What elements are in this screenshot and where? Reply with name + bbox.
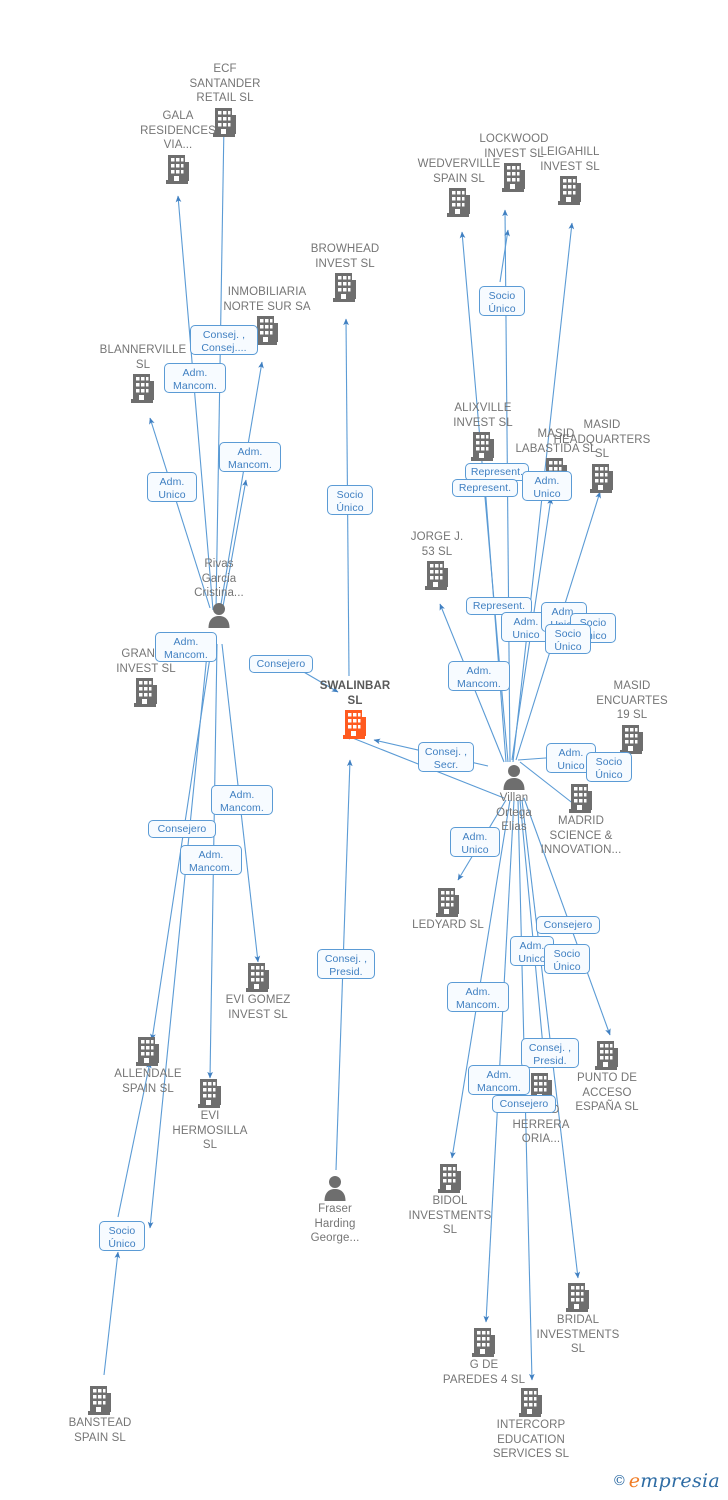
node-jorge-j-53[interactable]: JORGE J. 53 SL	[377, 530, 497, 591]
edge-label-socio-unico[interactable]: Socio Único	[545, 624, 591, 654]
node-gala-residences[interactable]: GALA RESIDENCES VIA...	[118, 109, 238, 185]
edge-label-consej-presid[interactable]: Consej. , Presid.	[521, 1038, 579, 1068]
edge-label-consej-presid[interactable]: Consej. , Presid.	[317, 949, 375, 979]
empresia-watermark: © empresia	[612, 1470, 720, 1492]
edge-label-socio-unico[interactable]: Socio Único	[586, 752, 632, 782]
node-evi-hermosilla[interactable]: EVI HERMOSILLA SL	[150, 1077, 270, 1153]
edge-label-adm-mancom[interactable]: Adm. Mancom.	[468, 1065, 530, 1095]
edge-label-consejero[interactable]: Consejero	[148, 820, 216, 838]
building-icon	[424, 1326, 544, 1358]
node-madrid-science-innovation[interactable]: MADRID SCIENCE & INNOVATION...	[521, 782, 641, 858]
edge-label-adm-mancom[interactable]: Adm. Mancom.	[164, 363, 226, 393]
copyright-icon: ©	[612, 1473, 627, 1489]
edge-label-represent[interactable]: Represent.	[452, 479, 518, 497]
node-label: LEDYARD SL	[412, 919, 484, 931]
building-icon	[150, 1077, 270, 1109]
node-swalinbar-center[interactable]: SWALINBAR SL	[295, 679, 415, 740]
building-icon	[118, 153, 238, 185]
node-label: EVI GOMEZ INVEST SL	[225, 994, 291, 1021]
node-label: ECF SANTANDER RETAIL SL	[189, 63, 261, 105]
building-icon	[377, 559, 497, 591]
node-label: BROWHEAD INVEST SL	[310, 243, 380, 270]
node-g-de-paredes-4[interactable]: G DE PAREDES 4 SL	[424, 1326, 544, 1387]
edge-label-adm-unico[interactable]: Adm. Unico	[522, 471, 572, 501]
node-label: ALIXVILLE INVEST SL	[453, 402, 513, 429]
node-label: MASID ENCUARTES 19 SL	[596, 680, 668, 722]
node-banstead-spain[interactable]: BANSTEAD SPAIN SL	[40, 1384, 160, 1445]
brand-name: mpresia	[640, 1470, 720, 1492]
building-icon	[390, 1162, 510, 1194]
node-intercorp-education-services[interactable]: INTERCORP EDUCATION SERVICES SL	[471, 1386, 591, 1462]
building-icon	[285, 271, 405, 303]
node-label: GALA RESIDENCES VIA...	[140, 110, 216, 152]
edge-label-consej-secr[interactable]: Consej. , Secr.	[418, 742, 474, 772]
building-icon	[86, 676, 206, 708]
node-label: G DE PAREDES 4 SL	[442, 1359, 526, 1386]
building-icon	[471, 1386, 591, 1418]
node-person-fraser-harding-george[interactable]: Fraser Harding George...	[275, 1174, 395, 1246]
org-network-diagram: ECF SANTANDER RETAIL SL GALA RESIDENCES …	[0, 0, 728, 1500]
edge-label-adm-mancom[interactable]: Adm. Mancom.	[155, 632, 217, 662]
edge-label-socio-unico[interactable]: Socio Único	[99, 1221, 145, 1251]
edge-label-adm-mancom[interactable]: Adm. Mancom.	[219, 442, 281, 472]
node-evi-gomez-invest[interactable]: EVI GOMEZ INVEST SL	[198, 961, 318, 1022]
node-person-rivas-garcia-cristina[interactable]: Rivas Garcia Cristina...	[159, 557, 279, 629]
edge-label-adm-mancom[interactable]: Adm. Mancom.	[180, 845, 242, 875]
node-label: SWALINBAR SL	[319, 680, 391, 707]
edge-label-consejero[interactable]: Consejero	[249, 655, 313, 673]
building-icon	[198, 961, 318, 993]
edge-label-adm-unico[interactable]: Adm. Unico	[147, 472, 197, 502]
node-label: Fraser Harding George...	[310, 1203, 360, 1245]
node-leigahill-invest[interactable]: LEIGAHILL INVEST SL	[510, 145, 630, 206]
edge-label-consej-consej[interactable]: Consej. , Consej....	[190, 325, 258, 355]
building-icon-highlighted	[295, 708, 415, 740]
node-bidol-investments[interactable]: BIDOL INVESTMENTS SL	[390, 1162, 510, 1238]
node-ledyard[interactable]: LEDYARD SL	[388, 886, 508, 933]
edge-label-adm-mancom[interactable]: Adm. Mancom.	[447, 982, 509, 1012]
building-icon	[518, 1281, 638, 1313]
edge-label-socio-unico[interactable]: Socio Único	[327, 485, 373, 515]
node-label: Rivas Garcia Cristina...	[194, 558, 244, 600]
node-label: INTERCORP EDUCATION SERVICES SL	[492, 1419, 570, 1461]
node-label: MADRID SCIENCE & INNOVATION...	[540, 815, 622, 857]
edge-label-consejero[interactable]: Consejero	[536, 916, 600, 934]
edge-label-socio-unico[interactable]: Socio Único	[544, 944, 590, 974]
node-label: BANSTEAD SPAIN SL	[68, 1417, 132, 1444]
edge-label-adm-mancom[interactable]: Adm. Mancom.	[448, 661, 510, 691]
person-icon	[159, 601, 279, 629]
edge-label-adm-mancom[interactable]: Adm. Mancom.	[211, 785, 273, 815]
node-label: LEIGAHILL INVEST SL	[540, 146, 600, 173]
edge-label-adm-unico[interactable]: Adm. Unico	[450, 827, 500, 857]
brand-initial: e	[628, 1470, 641, 1492]
person-icon	[275, 1174, 395, 1202]
edge-label-socio-unico[interactable]: Socio Único	[479, 286, 525, 316]
node-label: JORGE J. 53 SL	[410, 531, 464, 558]
node-label: EVI HERMOSILLA SL	[172, 1110, 248, 1152]
building-icon	[88, 1035, 208, 1067]
node-label: MASID HEADQUARTERS SL	[553, 419, 651, 461]
edge-label-consejero[interactable]: Consejero	[492, 1095, 556, 1113]
node-browhead-invest[interactable]: BROWHEAD INVEST SL	[285, 242, 405, 303]
node-label: BIDOL INVESTMENTS SL	[408, 1195, 492, 1237]
building-icon	[521, 782, 641, 814]
building-icon	[388, 886, 508, 918]
building-icon	[40, 1384, 160, 1416]
building-icon	[510, 174, 630, 206]
